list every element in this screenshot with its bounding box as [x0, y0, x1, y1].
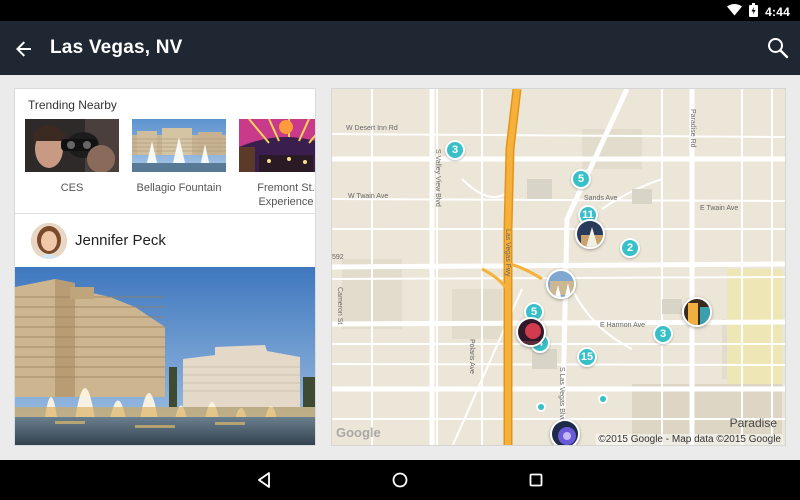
street-label: Paradise Rd	[689, 109, 696, 148]
map-photo-pin[interactable]	[516, 317, 546, 347]
map-cluster[interactable]: 3	[445, 140, 465, 160]
trending-item-bellagio[interactable]: Bellagio Fountain	[132, 119, 226, 195]
map-view[interactable]: W Desert Inn Rd W Twain Ave Sands Ave E …	[331, 88, 786, 446]
street-label: S Valley View Blvd	[434, 149, 441, 207]
navigation-bar	[0, 460, 800, 500]
street-label: Sands Ave	[584, 195, 618, 202]
street-label: E Twain Ave	[700, 205, 739, 212]
trending-label: CES	[60, 182, 84, 194]
post-author-name: Jennifer Peck	[75, 232, 166, 249]
search-button[interactable]	[764, 34, 792, 62]
place-label: Paradise	[729, 416, 777, 430]
trending-thumbnail	[239, 119, 315, 172]
avatar	[31, 223, 67, 259]
trending-label: Bellagio Fountain	[136, 182, 222, 194]
wifi-icon	[727, 4, 743, 19]
street-label: S Las Vegas Blvd	[558, 367, 565, 422]
map-cluster[interactable]: 5	[571, 169, 591, 189]
feed-card: Trending Nearby CES Bellagio Fountain Fr…	[14, 88, 316, 446]
map-photo-pin[interactable]	[546, 269, 576, 299]
back-button[interactable]	[10, 35, 38, 63]
map-photo-pin[interactable]	[682, 297, 712, 327]
street-label: Polaris Ave	[468, 339, 475, 374]
status-bar: 4:44	[0, 0, 800, 21]
map-photo-pin[interactable]	[575, 219, 605, 249]
nav-back-icon	[258, 472, 270, 488]
map-cluster[interactable]: 3	[653, 324, 673, 344]
trending-title: Trending Nearby	[28, 98, 117, 112]
map-cluster[interactable]: 15	[577, 347, 597, 367]
nav-recents-icon	[529, 473, 543, 487]
trending-thumbnail	[132, 119, 226, 172]
trending-item-fremont[interactable]: Fremont St. Experience	[239, 119, 315, 209]
route-label: 592	[332, 254, 344, 261]
trending-thumbnail	[25, 119, 119, 172]
map-photo-pin[interactable]	[550, 419, 580, 445]
map-marker[interactable]	[598, 394, 608, 404]
trending-item-ces[interactable]: CES	[25, 119, 119, 195]
map-marker[interactable]	[536, 402, 546, 412]
battery-icon	[749, 3, 759, 20]
arrow-back-icon	[16, 41, 31, 57]
trending-list: CES Bellagio Fountain Fremont St. Experi…	[25, 119, 315, 215]
street-label: Cameron St	[336, 287, 343, 325]
map-cluster[interactable]: 2	[620, 238, 640, 258]
google-logo: Google	[336, 425, 381, 440]
content-area: Trending Nearby CES Bellagio Fountain Fr…	[0, 75, 800, 460]
nav-recents-button[interactable]	[526, 470, 546, 490]
nav-back-button[interactable]	[254, 470, 274, 490]
street-label: Las Vegas Fwy	[504, 229, 511, 277]
map-attribution[interactable]: ©2015 Google - Map data ©2015 Google	[596, 434, 783, 445]
nav-home-icon	[392, 472, 408, 488]
status-time: 4:44	[765, 4, 790, 19]
post-photo[interactable]	[15, 267, 315, 445]
street-label: W Desert Inn Rd	[346, 125, 398, 132]
page-title: Las Vegas, NV	[50, 37, 183, 58]
street-label: E Harmon Ave	[600, 322, 646, 329]
search-icon	[768, 38, 789, 59]
trending-label: Fremont St. Experience	[257, 182, 315, 208]
post-author-row[interactable]: Jennifer Peck	[15, 214, 315, 266]
app-bar: Las Vegas, NV	[0, 21, 800, 75]
street-label: W Twain Ave	[348, 193, 389, 200]
nav-home-button[interactable]	[390, 470, 410, 490]
